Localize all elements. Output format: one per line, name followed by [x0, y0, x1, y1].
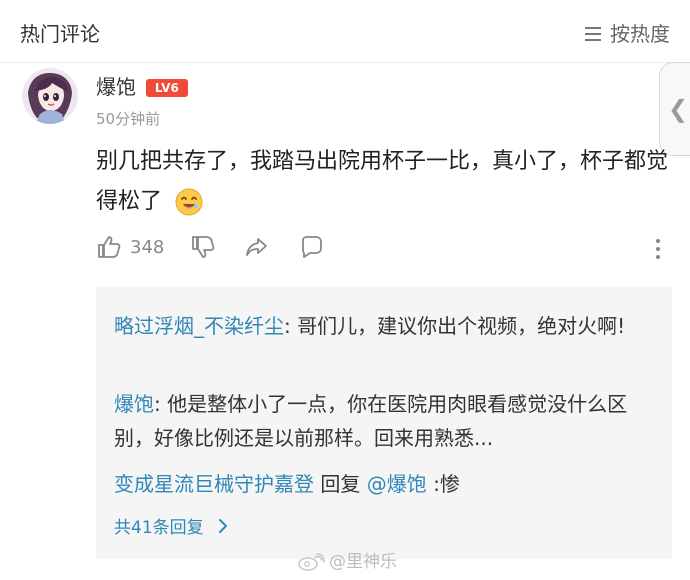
sort-lines-icon: [585, 27, 601, 41]
hot-comments-title: 热门评论: [20, 22, 100, 46]
laughing-emoji-icon: [175, 188, 203, 216]
anime-avatar-image: [22, 68, 78, 124]
reply-text: 惨: [439, 472, 460, 496]
reply-button[interactable]: [298, 234, 324, 260]
comment-username[interactable]: 爆饱: [96, 74, 136, 100]
sort-label: 按热度: [610, 22, 670, 46]
dislike-button[interactable]: [190, 234, 216, 260]
chevron-left-icon: ❮: [667, 95, 689, 123]
weibo-watermark: @里神乐: [297, 552, 397, 572]
comment-text: 别几把共存了，我踏马出院用杯子一比，真小了，杯子都觉得松了: [96, 142, 674, 222]
weibo-logo-icon: [298, 553, 325, 571]
reply-middle-text: 回复: [314, 472, 367, 496]
like-count: 348: [130, 236, 165, 258]
comment-timestamp: 50分钟前: [96, 110, 161, 128]
thumbs-down-icon: [192, 236, 215, 258]
view-all-replies-link[interactable]: 共41条回复: [114, 516, 229, 540]
reply-username[interactable]: 略过浮烟_不染纤尘: [114, 314, 284, 338]
watermark-text: @里神乐: [329, 552, 397, 572]
thumbs-up-icon: [98, 236, 121, 258]
share-button[interactable]: [244, 234, 270, 260]
reply-username[interactable]: 爆饱: [114, 392, 154, 416]
more-icon: [656, 239, 660, 259]
share-icon: [246, 238, 267, 256]
reply-text: 哥们儿，建议你出个视频，绝对火啊!: [297, 314, 626, 338]
like-button[interactable]: 348: [96, 234, 164, 260]
header-divider: [0, 62, 690, 63]
reply-icon: [302, 236, 322, 258]
chevron-right-icon: [219, 519, 228, 533]
reply-item[interactable]: 爆饱: 他是整体小了一点，你在医院用肉眼看感觉没什么区别，好像比例还是以前那样。…: [114, 387, 648, 455]
reply-item[interactable]: 略过浮烟_不染纤尘: 哥们儿，建议你出个视频，绝对火啊!: [114, 309, 648, 343]
reply-username[interactable]: 变成星流巨械守护嘉登: [114, 472, 314, 496]
sort-by-popularity-button[interactable]: 按热度: [584, 20, 670, 48]
reply-separator: :: [426, 472, 440, 496]
reply-separator: :: [284, 314, 298, 338]
reply-text: 他是整体小了一点，你在医院用肉眼看感觉没什么区别，好像比例还是以前那样。回来用熟…: [114, 392, 628, 450]
comment-actions: 348: [96, 234, 664, 268]
reply-mention[interactable]: @爆饱: [367, 472, 427, 496]
reply-separator: :: [154, 392, 168, 416]
more-options-button[interactable]: [652, 236, 664, 262]
reply-item[interactable]: 变成星流巨械守护嘉登 回复 @爆饱 :惨: [114, 467, 648, 501]
avatar[interactable]: [22, 68, 78, 124]
view-all-replies-label: 共41条回复: [114, 518, 204, 538]
level-badge: LV6: [146, 79, 188, 97]
reply-panel: 略过浮烟_不染纤尘: 哥们儿，建议你出个视频，绝对火啊! 爆饱: 他是整体小了一…: [96, 287, 672, 559]
